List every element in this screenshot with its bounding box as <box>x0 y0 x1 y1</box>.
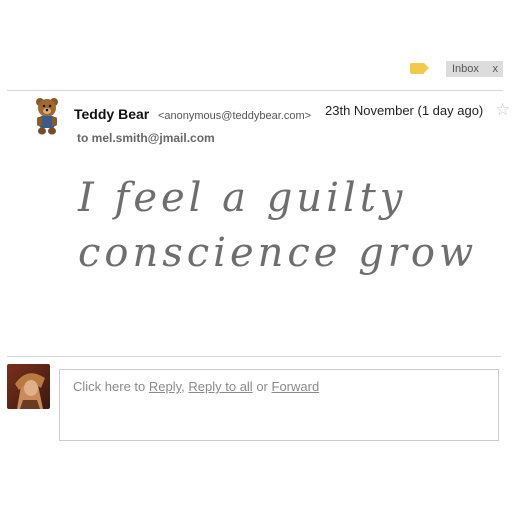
star-icon[interactable]: ☆ <box>495 100 510 120</box>
reply-separator-or: or <box>252 379 272 394</box>
label-tag-icon[interactable] <box>410 63 429 74</box>
inbox-label-chip[interactable]: Inbox x <box>446 61 503 77</box>
handwriting-line-1: I feel a guilty <box>77 175 406 221</box>
remove-label-button[interactable]: x <box>493 61 499 77</box>
user-avatar <box>7 364 50 409</box>
sender-email: <anonymous@teddybear.com> <box>158 110 312 122</box>
body-divider <box>7 356 501 357</box>
sender-name[interactable]: Teddy Bear <box>74 106 149 122</box>
recipient-line[interactable]: to mel.smith@jmail.com <box>77 131 215 145</box>
inbox-chip-label: Inbox <box>452 63 479 75</box>
sender-avatar <box>36 98 58 135</box>
message-body-handwriting: I feel a guilty conscience grow <box>77 175 477 276</box>
reply-all-link[interactable]: Reply to all <box>188 379 252 394</box>
forward-link[interactable]: Forward <box>272 379 320 394</box>
reply-prompt: Click here to Reply, Reply to all or For… <box>73 379 319 394</box>
message-date: 23th November (1 day ago) <box>325 103 484 118</box>
header-divider <box>7 90 503 91</box>
handwriting-line-2: conscience grow <box>78 230 477 276</box>
reply-link[interactable]: Reply <box>149 379 181 394</box>
reply-box[interactable]: Click here to Reply, Reply to all or For… <box>59 369 499 441</box>
reply-prompt-prefix: Click here to <box>73 379 149 394</box>
